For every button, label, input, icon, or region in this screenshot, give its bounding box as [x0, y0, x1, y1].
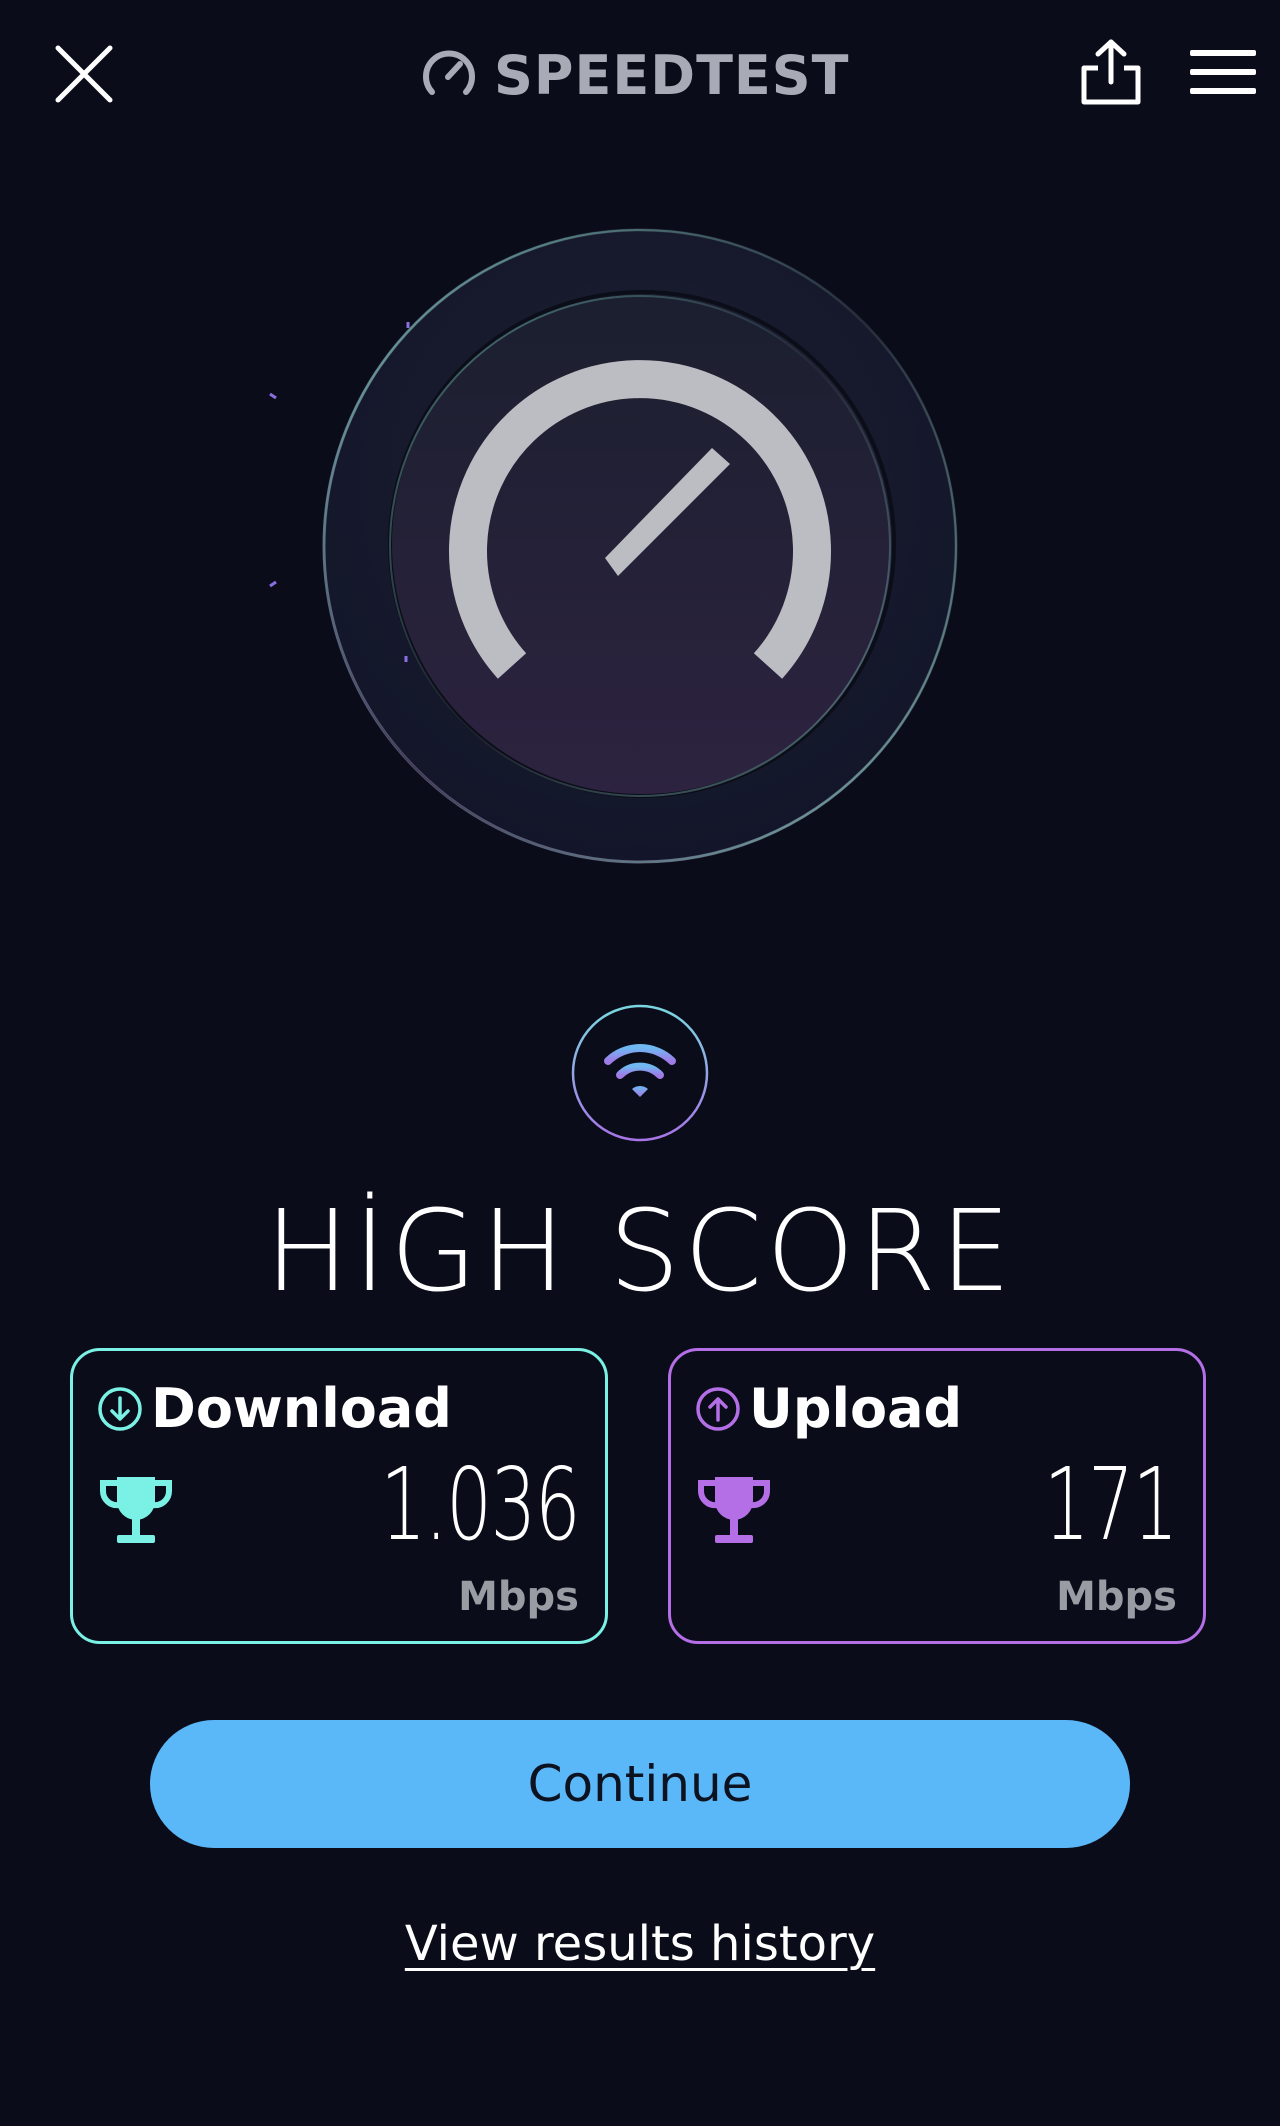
continue-button[interactable]: Continue — [150, 1720, 1130, 1848]
hamburger-menu-icon — [1190, 50, 1256, 94]
download-unit: Mbps — [458, 1574, 579, 1620]
download-arrow-icon — [98, 1387, 142, 1431]
app-logo: SPEEDTEST — [420, 40, 850, 110]
view-results-history-label[interactable]: View results history — [405, 1916, 875, 1972]
sparkle-decoration — [269, 322, 410, 662]
speedtest-result-screen: SPEEDTEST HİGH SCORE Download 1.036 Mbps… — [0, 0, 1280, 2126]
share-button[interactable] — [1080, 38, 1142, 106]
close-icon — [55, 45, 113, 103]
upload-unit: Mbps — [1056, 1574, 1177, 1620]
upload-speed-value: 171 — [1043, 1446, 1179, 1563]
download-label: Download — [151, 1377, 452, 1440]
trophy-icon — [697, 1477, 771, 1543]
close-button[interactable] — [52, 42, 116, 106]
app-title: SPEEDTEST — [494, 43, 850, 107]
download-speed-value: 1.036 — [380, 1446, 580, 1563]
speedometer-icon — [423, 50, 475, 95]
upload-header: Upload — [695, 1379, 962, 1439]
download-header: Download — [97, 1379, 452, 1439]
upload-arrow-icon — [696, 1387, 740, 1431]
view-results-history-link[interactable]: View results history — [0, 1916, 1280, 1972]
share-icon — [1081, 39, 1141, 105]
upload-result-card: Upload 171 Mbps — [668, 1348, 1206, 1644]
connection-type-badge — [570, 1003, 710, 1143]
menu-button[interactable] — [1190, 48, 1256, 96]
download-result-card: Download 1.036 Mbps — [70, 1348, 608, 1644]
upload-label: Upload — [749, 1377, 963, 1440]
wifi-icon — [571, 1004, 709, 1142]
trophy-icon — [99, 1477, 173, 1543]
high-score-title: HİGH SCORE — [265, 1187, 1015, 1317]
